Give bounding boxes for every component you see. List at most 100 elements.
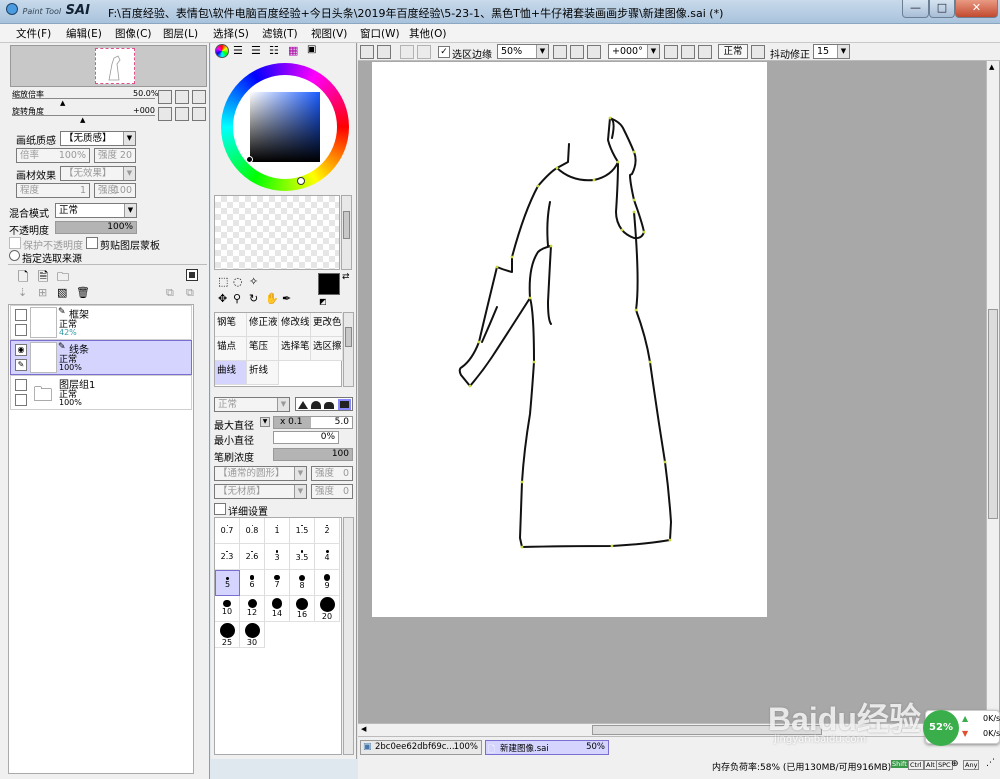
min-size-slider[interactable]: 0% bbox=[273, 431, 339, 444]
edge-medium-icon[interactable] bbox=[311, 401, 321, 409]
zoom-in-icon[interactable] bbox=[570, 45, 584, 59]
vertical-scrollbar[interactable]: ▲ ▼ bbox=[986, 61, 999, 723]
tool-curve[interactable]: 曲线 bbox=[215, 361, 247, 385]
zoom-reset-icon[interactable] bbox=[192, 90, 206, 104]
edge-flat-icon[interactable] bbox=[338, 399, 351, 410]
edge-hard-icon[interactable] bbox=[298, 401, 308, 409]
scratchpad-scrollbar[interactable] bbox=[341, 195, 352, 270]
menu-layer[interactable]: 图层(L) bbox=[163, 26, 198, 41]
layer-lock-checkbox[interactable] bbox=[15, 324, 27, 336]
opacity-slider[interactable]: 100% bbox=[55, 221, 137, 234]
layer-item-frame[interactable]: ✎ 框架 正常 42% bbox=[10, 305, 192, 340]
brush-size-cell[interactable]: 5 bbox=[215, 570, 240, 596]
saturation-value-box[interactable] bbox=[250, 92, 320, 162]
tab-document-2[interactable]: 🗋 新建图像.sai 50% bbox=[485, 740, 609, 755]
tool-polyline[interactable]: 折线 bbox=[247, 361, 279, 385]
tool-select-eraser[interactable]: 选区擦 bbox=[311, 337, 343, 361]
delete-mask-icon[interactable]: ⧉ bbox=[186, 286, 194, 300]
scratchpad-icon[interactable]: ▣ bbox=[307, 44, 316, 55]
layer-item-lines[interactable]: ◉ ✎ ✎ 线条 正常 100% bbox=[10, 340, 192, 375]
brush-size-cell[interactable]: 2 bbox=[315, 518, 340, 544]
brush-size-cell[interactable]: 16 bbox=[290, 596, 315, 622]
tools-scrollbar[interactable] bbox=[343, 312, 354, 387]
edge-soft-icon[interactable] bbox=[324, 402, 334, 409]
maximize-button[interactable]: □ bbox=[929, 0, 955, 18]
zoom-in-icon[interactable] bbox=[175, 90, 189, 104]
brush-size-cell[interactable]: 6 bbox=[240, 570, 265, 596]
size-range-icon[interactable]: ▼ bbox=[260, 417, 270, 427]
protect-opacity-checkbox[interactable] bbox=[9, 237, 21, 249]
vertical-scroll-thumb[interactable] bbox=[988, 309, 998, 519]
swatches-icon[interactable]: ▦ bbox=[288, 44, 298, 57]
canvas-paper[interactable] bbox=[372, 62, 767, 617]
brush-size-cell[interactable]: 10 bbox=[215, 596, 240, 622]
brush-size-cell[interactable]: 3 bbox=[265, 544, 290, 570]
zoom-slider[interactable] bbox=[12, 98, 155, 99]
rotate-slider-thumb[interactable]: ▲ bbox=[80, 116, 85, 124]
rgb-slider-icon[interactable]: ☰ bbox=[233, 44, 243, 57]
magic-wand-icon[interactable]: ✧ bbox=[249, 275, 258, 288]
rotate-right-icon[interactable] bbox=[175, 107, 189, 121]
menu-image[interactable]: 图像(C) bbox=[115, 26, 152, 41]
scroll-left-icon[interactable]: ◀ bbox=[361, 725, 366, 733]
canvas-zoom-select[interactable]: 50% ▼ bbox=[497, 44, 549, 59]
layer-mask-icon[interactable] bbox=[186, 269, 198, 281]
tool-pen[interactable]: 钢笔 bbox=[215, 313, 247, 337]
navigator-preview[interactable] bbox=[10, 45, 207, 87]
merge-down-icon[interactable]: ⊞ bbox=[38, 286, 47, 299]
swap-colors-icon[interactable]: ⇄ bbox=[342, 272, 350, 282]
close-button[interactable]: ✕ bbox=[955, 0, 998, 18]
brush-size-cell[interactable]: 1 bbox=[265, 518, 290, 544]
sv-cursor[interactable] bbox=[246, 156, 253, 163]
brush-edge-selector[interactable] bbox=[295, 397, 353, 411]
menu-filter[interactable]: 滤镜(T) bbox=[262, 26, 298, 41]
apply-mask-icon[interactable]: ⧉ bbox=[166, 286, 174, 300]
transfer-down-icon[interactable]: ⇣ bbox=[18, 286, 27, 299]
lasso-icon[interactable]: ◌ bbox=[233, 275, 243, 288]
reset-colors-icon[interactable]: ◩ bbox=[319, 297, 327, 306]
tool-select-pen[interactable]: 选择笔 bbox=[279, 337, 311, 361]
canvas-angle-select[interactable]: +000° ▼ bbox=[608, 44, 660, 59]
brush-shape-select[interactable]: 【通常的圆形】 ▼ bbox=[214, 466, 307, 481]
brush-size-scrollbar[interactable] bbox=[343, 517, 354, 755]
brush-size-cell[interactable]: 20 bbox=[315, 596, 340, 622]
brush-size-cell[interactable]: 14 bbox=[265, 596, 290, 622]
menu-other[interactable]: 其他(O) bbox=[409, 26, 446, 41]
color-wheel[interactable] bbox=[221, 63, 349, 191]
max-size-slider[interactable]: x 0.1 5.0 bbox=[273, 416, 353, 429]
tool-edit-line[interactable]: 修改线 bbox=[279, 313, 311, 337]
navigator-viewport[interactable] bbox=[95, 48, 135, 84]
menu-window[interactable]: 窗口(W) bbox=[360, 26, 400, 41]
menu-select[interactable]: 选择(S) bbox=[213, 26, 249, 41]
color-wheel-icon[interactable] bbox=[215, 44, 229, 58]
zoom-slider-thumb[interactable]: ▲ bbox=[60, 99, 65, 107]
clip-mask-checkbox[interactable] bbox=[86, 237, 98, 249]
tool-pressure[interactable]: 笔压 bbox=[247, 337, 279, 361]
selection-edge-checkbox[interactable]: ✓ bbox=[438, 46, 450, 58]
selection-source-radio[interactable] bbox=[9, 250, 20, 261]
rotate-reset-icon[interactable] bbox=[192, 107, 206, 121]
gradient-slider-icon[interactable]: ☷ bbox=[269, 44, 279, 57]
tool-change-color[interactable]: 更改色 bbox=[311, 313, 343, 337]
layer-visibility-checkbox[interactable] bbox=[15, 379, 27, 391]
rotate-left-icon[interactable] bbox=[158, 107, 172, 121]
primary-color-swatch[interactable] bbox=[318, 273, 340, 295]
eye-icon[interactable]: ◉ bbox=[15, 344, 27, 356]
brush-icon[interactable]: ✎ bbox=[15, 359, 27, 371]
brush-size-cell[interactable]: 8 bbox=[290, 570, 315, 596]
minimize-button[interactable]: — bbox=[902, 0, 929, 18]
move-icon[interactable]: ✥ bbox=[218, 292, 227, 305]
brush-size-cell[interactable]: 0.7 bbox=[215, 518, 240, 544]
brush-size-cell[interactable]: 1.5 bbox=[290, 518, 315, 544]
blend-mode-select[interactable]: 正常 ▼ bbox=[55, 203, 137, 218]
color-scratchpad[interactable] bbox=[214, 195, 340, 270]
stabilizer-select[interactable]: 15 ▼ bbox=[813, 44, 850, 59]
menu-view[interactable]: 视图(V) bbox=[311, 26, 347, 41]
brush-mode-select[interactable]: 正常 ▼ bbox=[214, 397, 290, 412]
layer-lock-checkbox[interactable] bbox=[15, 394, 27, 406]
rect-select-icon[interactable]: ⬚ bbox=[218, 275, 228, 288]
clear-layer-icon[interactable]: ▧ bbox=[57, 286, 67, 299]
brush-size-cell[interactable]: 2.6 bbox=[240, 544, 265, 570]
paper-texture-select[interactable]: 【无质感】 ▼ bbox=[60, 131, 136, 146]
horizontal-scrollbar[interactable]: ◀ ▶ bbox=[358, 723, 986, 736]
